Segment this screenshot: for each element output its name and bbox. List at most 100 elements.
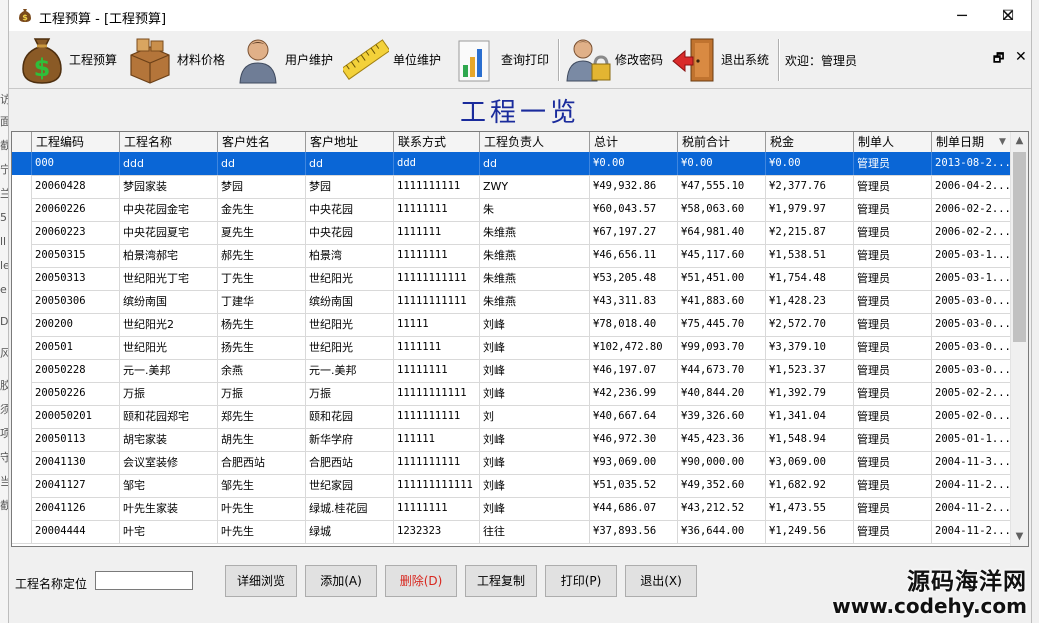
locate-input[interactable] <box>95 571 193 590</box>
table-row[interactable]: 20060428 梦园家装 梦园 梦园 1111111111 ZWY ¥49,932.86 ¥… <box>12 175 1011 199</box>
table-row[interactable]: 20050306 缤纷南国 丁建华 缤纷南国 11111111111 朱维燕 ¥43,311… <box>12 290 1011 314</box>
table-cell: ¥41,883.60 <box>678 290 766 313</box>
window-title: 工程预算 - [工程预算] <box>39 12 167 27</box>
row-selector[interactable] <box>12 382 32 405</box>
row-selector[interactable] <box>12 497 32 520</box>
row-selector[interactable] <box>12 221 32 244</box>
row-selector[interactable] <box>12 290 32 313</box>
row-selector[interactable] <box>12 405 32 428</box>
table-row[interactable]: 000 ddd dd dd ddd dd ¥0.00 ¥0.00 ¥0.00 管理员 2013-08… <box>12 152 1011 176</box>
table-row[interactable]: 20060223 中央花园夏宅 夏先生 中央花园 1111111 朱维燕 ¥67,197.2… <box>12 221 1011 245</box>
exit-button[interactable]: 退出(X) <box>625 565 697 597</box>
table-row[interactable]: 20050313 世纪阳光丁宅 丁先生 世纪阳光 11111111111 朱维燕 ¥53,2… <box>12 267 1011 291</box>
scroll-up-icon[interactable]: ▲ <box>1011 132 1028 150</box>
toolbar-user-maint-button[interactable]: 用户维护 <box>235 31 333 88</box>
column-header[interactable]: 客户地址 <box>306 132 394 152</box>
table-row[interactable]: 20004444 叶宅 叶先生 绿城 1232323 往往 ¥37,893.56 ¥36,64… <box>12 520 1011 544</box>
row-selector[interactable] <box>12 152 32 175</box>
column-header[interactable]: 工程名称 <box>120 132 218 152</box>
table-cell: 颐和花园郑宅 <box>120 405 218 428</box>
table-row[interactable]: 200501 世纪阳光 扬先生 世纪阳光 1111111 刘峰 ¥102,472.80 ¥99… <box>12 336 1011 360</box>
table-cell: ¥93,069.00 <box>590 451 678 474</box>
column-header[interactable]: 工程编码 <box>32 132 120 152</box>
table-header: 工程编码 工程名称 客户姓名 客户地址 联系方式 工程负责人 总计 税前合计 税金 制单人 制单日期… <box>12 132 1011 153</box>
toolbar-exit-system-button[interactable]: 退出系统 <box>671 31 769 88</box>
table-cell: 胡宅家装 <box>120 428 218 451</box>
delete-button[interactable]: 删除(D) <box>385 565 457 597</box>
toolbar-change-password-button[interactable]: 修改密码 <box>565 31 663 88</box>
table-row[interactable]: 200200 世纪阳光2 杨先生 世纪阳光 11111 刘峰 ¥78,018.40 ¥75,4… <box>12 313 1011 337</box>
table-cell: 200050201 <box>32 405 120 428</box>
row-selector[interactable] <box>12 520 32 543</box>
table-cell: 20060226 <box>32 198 120 221</box>
sort-arrow-icon[interactable]: ▼ <box>999 132 1006 152</box>
table-cell: ¥1,754.48 <box>766 267 854 290</box>
column-header[interactable]: 总计 <box>590 132 678 152</box>
user-lock-icon <box>566 39 611 81</box>
table-row[interactable]: 200050201 颐和花园郑宅 郑先生 颐和花园 1111111111 刘 ¥40,667… <box>12 405 1011 429</box>
table-cell: 万振 <box>120 382 218 405</box>
scrollbar-thumb[interactable] <box>1013 152 1026 342</box>
row-selector[interactable] <box>12 313 32 336</box>
row-selector[interactable] <box>12 267 32 290</box>
welcome-text: 欢迎：管理员 <box>785 54 858 68</box>
detail-button[interactable]: 详细浏览 <box>225 565 297 597</box>
toolbar-query-print-button[interactable]: 查询打印 <box>451 31 549 88</box>
table-row[interactable]: 20050113 胡宅家装 胡先生 新华学府 111111 刘峰 ¥46,972.30 ¥45… <box>12 428 1011 452</box>
copy-button[interactable]: 工程复制 <box>465 565 537 597</box>
column-header[interactable]: 税前合计 <box>678 132 766 152</box>
close-button[interactable]: ✕ <box>985 0 1031 31</box>
column-header[interactable]: 制单人 <box>854 132 932 152</box>
column-header[interactable]: 客户姓名 <box>218 132 306 152</box>
table-cell: ¥1,341.04 <box>766 405 854 428</box>
table-row[interactable]: 20041127 邹宅 邹先生 世纪家园 111111111111 刘峰 ¥51,035.5… <box>12 474 1011 498</box>
minimize-button[interactable]: ─ <box>939 0 985 31</box>
row-selector[interactable] <box>12 175 32 198</box>
table-cell: 2006-04-2... <box>932 175 1011 198</box>
table-row[interactable]: 20041126 叶先生家装 叶先生 绿城.桂花园 11111111 刘峰 ¥44,686.… <box>12 497 1011 521</box>
table-cell: 绿城.桂花园 <box>306 497 394 520</box>
table-cell: 中央花园 <box>306 221 394 244</box>
toolbar-budget-button[interactable]: $ 工程预算 <box>19 31 117 88</box>
table-cell: 郝先生 <box>218 244 306 267</box>
column-header[interactable]: 工程负责人 <box>480 132 590 152</box>
row-selector[interactable] <box>12 474 32 497</box>
table-cell: 2004-11-2... <box>932 474 1011 497</box>
toolbar-unit-maint-button[interactable]: 单位维护 <box>343 31 441 88</box>
row-selector[interactable] <box>12 198 32 221</box>
row-selector[interactable] <box>12 244 32 267</box>
row-selector[interactable] <box>12 359 32 382</box>
table-row[interactable]: 20060226 中央花园金宅 金先生 中央花园 11111111 朱 ¥60,043.57… <box>12 198 1011 222</box>
project-table: 工程编码 工程名称 客户姓名 客户地址 联系方式 工程负责人 总计 税前合计 税金 制单人 制单日期… <box>11 131 1029 547</box>
table-row[interactable]: 20050315 柏景湾郝宅 郝先生 柏景湾 11111111 朱维燕 ¥46,656.11… <box>12 244 1011 268</box>
table-cell: 1111111111 <box>394 451 480 474</box>
mdi-close-button[interactable]: ✕ <box>1015 49 1027 65</box>
table-cell: 夏先生 <box>218 221 306 244</box>
table-row[interactable]: 20050228 元一.美邦 余燕 元一.美邦 11111111 刘峰 ¥46,197.07… <box>12 359 1011 383</box>
table-cell: ¥1,548.94 <box>766 428 854 451</box>
close-icon: ✕ <box>1015 49 1027 65</box>
table-cell: ¥43,311.83 <box>590 290 678 313</box>
scroll-down-icon[interactable]: ▼ <box>1011 528 1028 546</box>
row-selector[interactable] <box>12 428 32 451</box>
close-icon: ✕ <box>1001 6 1015 25</box>
column-header[interactable]: 联系方式 <box>394 132 480 152</box>
table-cell: ¥75,445.70 <box>678 313 766 336</box>
row-selector[interactable] <box>12 336 32 359</box>
table-cell: 2005-03-1... <box>932 267 1011 290</box>
table-cell: ¥44,673.70 <box>678 359 766 382</box>
vertical-scrollbar[interactable]: ▲ ▼ <box>1010 132 1028 546</box>
toolbar-material-price-button[interactable]: 材料价格 <box>127 31 225 88</box>
table-cell: ¥1,249.56 <box>766 520 854 543</box>
locate-label: 工程名称定位 <box>15 577 88 591</box>
table-row[interactable]: 20041130 会议室装修 合肥西站 合肥西站 1111111111 刘峰 ¥93,069… <box>12 451 1011 475</box>
column-header[interactable]: 税金 <box>766 132 854 152</box>
minimize-icon: ─ <box>957 6 967 25</box>
table-cell: 梦园 <box>218 175 306 198</box>
table-row[interactable]: 20050226 万振 万振 万振 11111111111 刘峰 ¥42,236.99 ¥40… <box>12 382 1011 406</box>
row-selector[interactable] <box>12 451 32 474</box>
table-cell: ¥0.00 <box>590 152 678 175</box>
mdi-restore-button[interactable]: 🗗 <box>993 49 1004 70</box>
add-button[interactable]: 添加(A) <box>305 565 377 597</box>
print-button[interactable]: 打印(P) <box>545 565 617 597</box>
